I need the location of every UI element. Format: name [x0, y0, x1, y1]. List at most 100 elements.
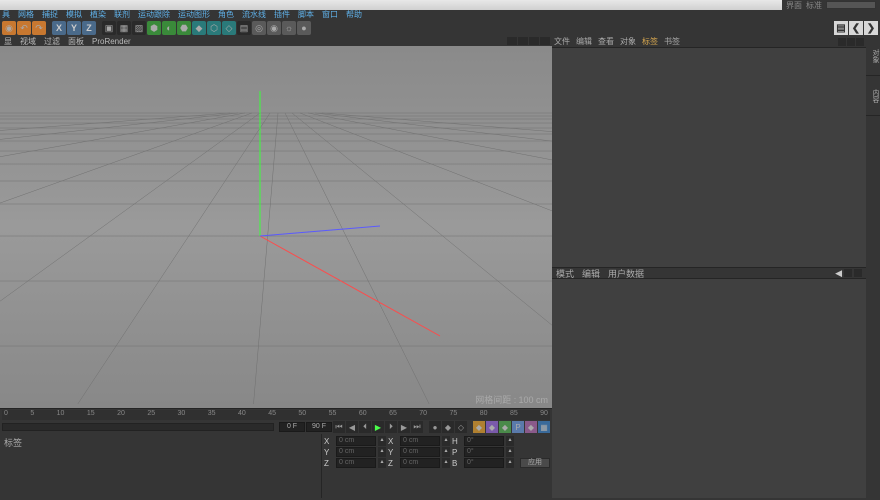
menu-item[interactable]: 运动图形 — [178, 10, 210, 20]
primitive-button[interactable]: ⬢ — [147, 21, 161, 35]
object-manager[interactable] — [552, 48, 866, 267]
timeline-range-slider[interactable] — [2, 423, 274, 431]
menu-item[interactable]: 捕捉 — [42, 10, 58, 20]
opt-button[interactable]: ▦ — [538, 421, 550, 433]
vp-tab[interactable]: 过滤 — [44, 36, 60, 47]
tool4-button[interactable]: ● — [297, 21, 311, 35]
menu-item[interactable]: 脚本 — [298, 10, 314, 20]
spline-button[interactable]: ◐ — [162, 21, 176, 35]
layout-value[interactable]: 标准 — [806, 0, 822, 11]
doc-icon[interactable]: ▤ — [834, 21, 848, 35]
opt-icon[interactable] — [854, 269, 862, 277]
vp-tab[interactable]: 面板 — [68, 36, 84, 47]
vp-icon[interactable] — [540, 37, 550, 45]
side-tab[interactable]: 内容 — [866, 76, 880, 116]
filter-icon[interactable] — [847, 38, 855, 46]
vp-icon[interactable] — [518, 37, 528, 45]
tool2-button[interactable]: ◉ — [267, 21, 281, 35]
next-frame-button[interactable]: ⏵ — [385, 421, 397, 433]
om-tab[interactable]: 文件 — [554, 36, 570, 47]
am-tab[interactable]: 用户数据 — [608, 267, 644, 280]
search-input[interactable] — [826, 1, 876, 9]
viewport[interactable]: 网格间距 : 100 cm — [0, 46, 552, 408]
om-tab[interactable]: 书签 — [664, 36, 680, 47]
menu-item[interactable]: 模拟 — [66, 10, 82, 20]
om-tab[interactable]: 编辑 — [576, 36, 592, 47]
menu-item[interactable]: 角色 — [218, 10, 234, 20]
vp-tab[interactable]: 显 — [4, 36, 12, 47]
play-button[interactable]: ▶ — [372, 421, 384, 433]
record-button[interactable]: ● — [429, 421, 441, 433]
menu-item[interactable]: 流水线 — [242, 10, 266, 20]
rot-b-field[interactable]: 0° — [464, 458, 504, 468]
pos-x-field[interactable]: 0 cm — [336, 436, 376, 446]
menu-item[interactable]: 具 — [2, 10, 10, 20]
live-select-button[interactable]: ◉ — [2, 21, 16, 35]
tool-button[interactable]: ◎ — [252, 21, 266, 35]
prev-key-button[interactable]: ◀ — [346, 421, 358, 433]
autokey-button[interactable]: ◆ — [442, 421, 454, 433]
axis-x-button[interactable]: X — [52, 21, 66, 35]
axis-z-button[interactable]: Z — [82, 21, 96, 35]
menu-item[interactable]: 网格 — [18, 10, 34, 20]
vp-tab[interactable]: ProRender — [92, 37, 131, 46]
lock-icon[interactable] — [844, 269, 852, 277]
pla-key-button[interactable]: ◆ — [525, 421, 537, 433]
rot-key-button[interactable]: ◆ — [499, 421, 511, 433]
rot-h-field[interactable]: 0° — [464, 436, 504, 446]
size-y-field[interactable]: 0 cm — [400, 447, 440, 457]
search-icon[interactable] — [838, 38, 846, 46]
menu-item[interactable]: 联剂 — [114, 10, 130, 20]
om-tab[interactable]: 标签 — [642, 36, 658, 47]
redo-button[interactable]: ↷ — [32, 21, 46, 35]
goto-end-button[interactable]: ⏭ — [411, 421, 423, 433]
render-settings-button[interactable]: ▦ — [117, 21, 131, 35]
am-tab[interactable]: 模式 — [556, 267, 574, 280]
menu-item[interactable]: 插件 — [274, 10, 290, 20]
size-z-field[interactable]: 0 cm — [400, 458, 440, 468]
axis-z-line — [260, 226, 380, 236]
deformer-button[interactable]: ◆ — [192, 21, 206, 35]
am-tab[interactable]: 编辑 — [582, 267, 600, 280]
current-frame-field[interactable]: 0 F — [279, 422, 305, 432]
keyframe-button[interactable]: ◇ — [455, 421, 467, 433]
prev-frame-button[interactable]: ⏴ — [359, 421, 371, 433]
back-icon[interactable]: ◀ — [835, 268, 842, 279]
coord-row-x: X0 cm▴ X0 cm▴ H0°▴ — [324, 436, 550, 446]
history-forward[interactable]: ❯ — [864, 21, 878, 35]
generator-button[interactable]: ⬣ — [177, 21, 191, 35]
end-frame-field[interactable]: 90 F — [306, 422, 332, 432]
menu-icon[interactable] — [856, 38, 864, 46]
menu-item[interactable]: 运动跟除 — [138, 10, 170, 20]
menu-item[interactable]: 植染 — [90, 10, 106, 20]
tool3-button[interactable]: ☼ — [282, 21, 296, 35]
pos-key-button[interactable]: ◆ — [473, 421, 485, 433]
vp-icon[interactable] — [507, 37, 517, 45]
om-tab[interactable]: 查看 — [598, 36, 614, 47]
size-x-field[interactable]: 0 cm — [400, 436, 440, 446]
scale-key-button[interactable]: ◆ — [486, 421, 498, 433]
vp-icon[interactable] — [529, 37, 539, 45]
goto-start-button[interactable]: ⏮ — [333, 421, 345, 433]
menu-item[interactable]: 窗口 — [322, 10, 338, 20]
light-button[interactable]: ▤ — [237, 21, 251, 35]
rot-p-field[interactable]: 0° — [464, 447, 504, 457]
picture-viewer-button[interactable]: ▨ — [132, 21, 146, 35]
side-tab[interactable]: 对象 — [866, 36, 880, 76]
menu-item[interactable]: 帮助 — [346, 10, 362, 20]
apply-button[interactable]: 应用 — [520, 458, 550, 468]
attribute-manager[interactable] — [552, 279, 866, 498]
environment-button[interactable]: ⬡ — [207, 21, 221, 35]
camera-button[interactable]: ◇ — [222, 21, 236, 35]
pos-z-field[interactable]: 0 cm — [336, 458, 376, 468]
axis-y-button[interactable]: Y — [67, 21, 81, 35]
render-view-button[interactable]: ▣ — [102, 21, 116, 35]
next-key-button[interactable]: ▶ — [398, 421, 410, 433]
param-key-button[interactable]: P — [512, 421, 524, 433]
history-back[interactable]: ❮ — [849, 21, 863, 35]
pos-y-field[interactable]: 0 cm — [336, 447, 376, 457]
undo-button[interactable]: ↶ — [17, 21, 31, 35]
vp-tab[interactable]: 视域 — [20, 36, 36, 47]
timeline-ruler[interactable]: 051015202530354045505560657075808590 — [0, 408, 552, 420]
om-tab[interactable]: 对象 — [620, 36, 636, 47]
